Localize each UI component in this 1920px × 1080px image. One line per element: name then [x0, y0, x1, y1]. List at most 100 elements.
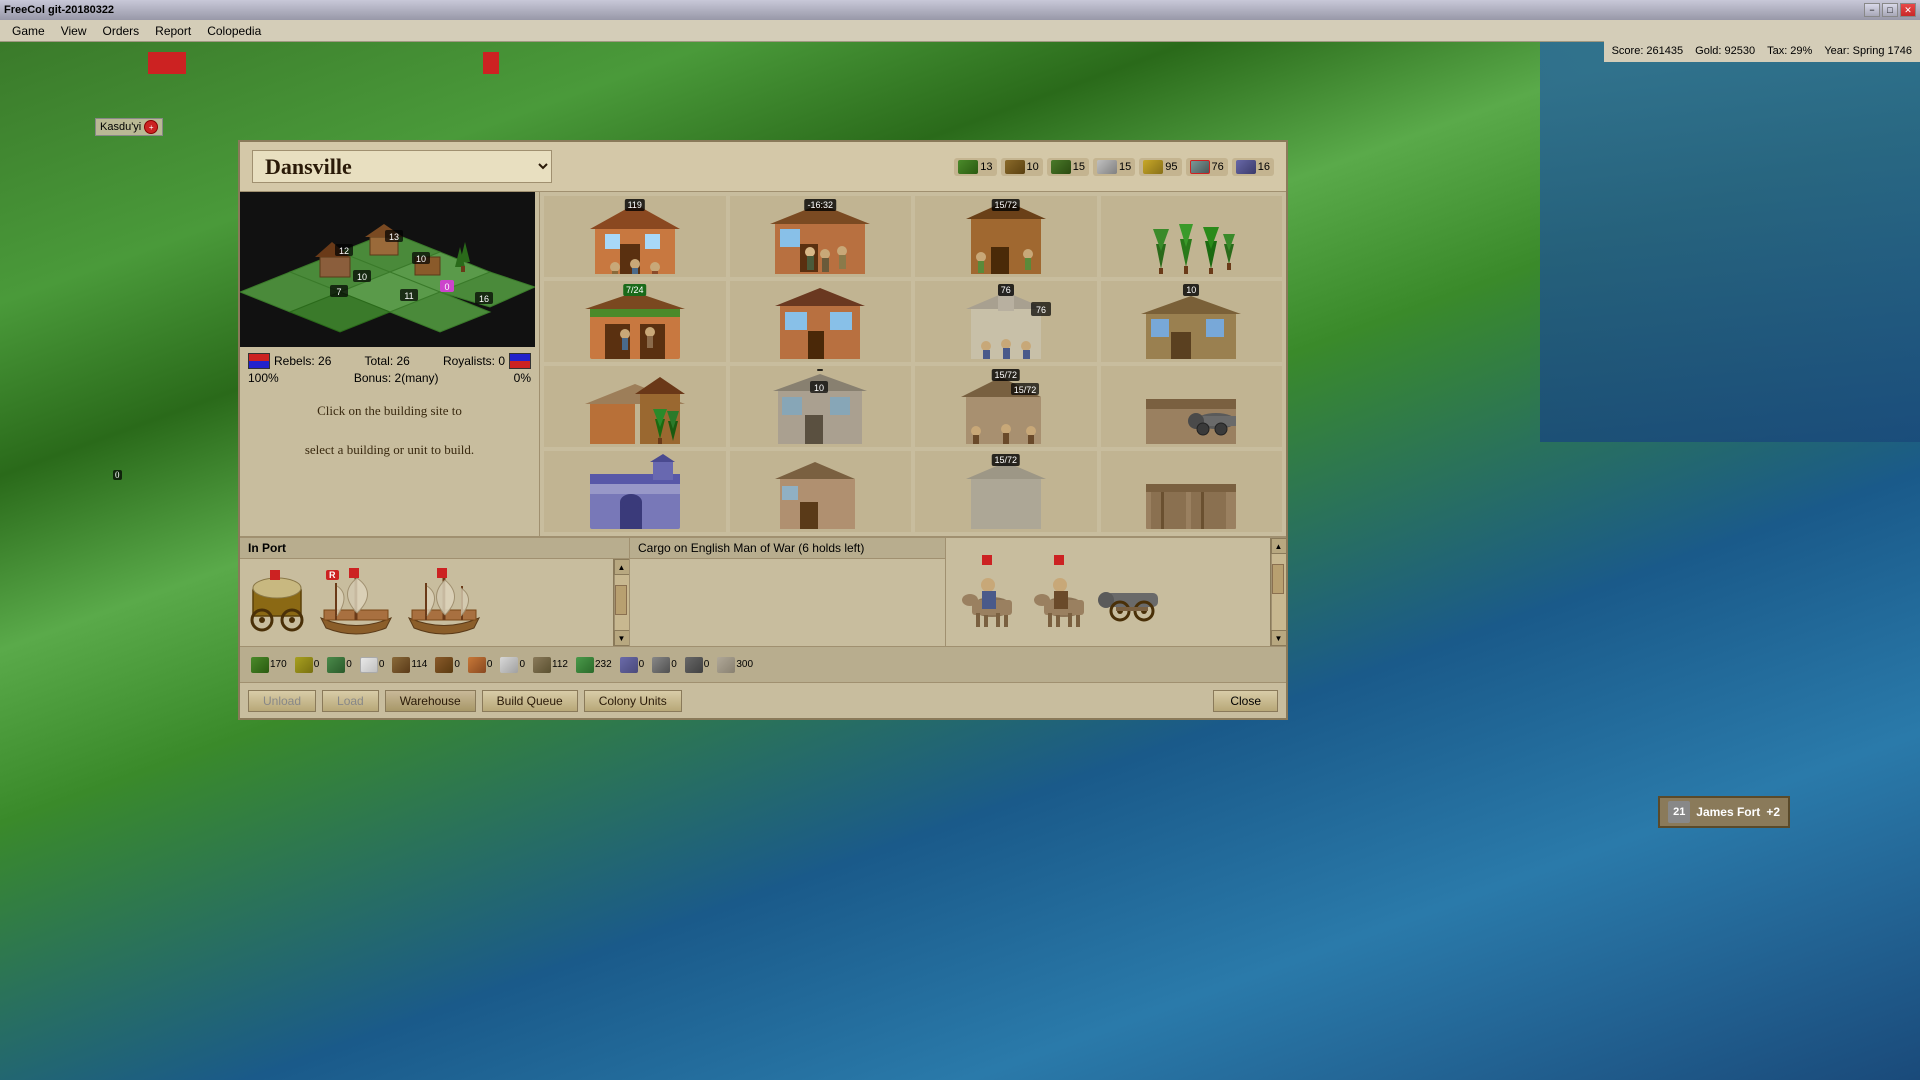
goods-bar: 170 0 0 0 114 0 0 0 — [240, 646, 1286, 682]
cavalry-unit-1[interactable] — [954, 555, 1022, 630]
cloth-val: 0 — [639, 659, 645, 670]
maximize-button[interactable]: □ — [1882, 3, 1898, 17]
gold-text: Gold: 92530 — [1695, 45, 1755, 57]
building-dock[interactable] — [544, 451, 726, 532]
good-horse: 112 — [530, 655, 571, 675]
ship-1[interactable]: R — [316, 568, 396, 638]
guns-icon — [685, 657, 703, 673]
cav2-flag — [1054, 555, 1064, 565]
building-watermill[interactable]: 15/72 15/72 — [915, 366, 1097, 447]
building-badge-stable: 7/24 — [623, 284, 647, 296]
svg-text:16: 16 — [479, 294, 489, 304]
hint-line1: Click on the building site to — [317, 403, 462, 418]
building-stable[interactable]: 7/24 — [544, 281, 726, 362]
royalists-label: Royalists: 0 — [443, 354, 505, 368]
fort-number: 21 — [1668, 801, 1690, 823]
svg-text:0: 0 — [444, 282, 449, 292]
minimize-button[interactable]: − — [1864, 3, 1880, 17]
warehouse-button[interactable]: Warehouse — [385, 690, 476, 712]
cu-scroll-down[interactable]: ▼ — [1271, 630, 1287, 646]
wagon-unit[interactable] — [248, 570, 308, 635]
rebel-flag — [248, 353, 270, 369]
svg-text:13: 13 — [389, 232, 399, 242]
building-farm[interactable] — [544, 366, 726, 447]
cross-value: 15 — [1119, 161, 1131, 173]
good-ore: 0 — [465, 655, 496, 675]
building-badge-armory — [817, 369, 823, 371]
colony-name-dropdown[interactable]: Dansville — [252, 150, 552, 183]
rebels-label: Rebels: 26 — [274, 354, 331, 368]
good-unknown: 300 — [714, 655, 756, 675]
grain-val: 0 — [314, 659, 320, 670]
building-lumber-mill[interactable]: 15/72 — [915, 196, 1097, 277]
good-grain: 0 — [292, 655, 323, 675]
menu-view[interactable]: View — [53, 22, 95, 40]
fort-bonus: +2 — [1766, 805, 1780, 819]
building-carpenter[interactable] — [730, 281, 912, 362]
load-button[interactable]: Load — [322, 690, 379, 712]
scroll-down-btn[interactable]: ▼ — [614, 630, 630, 646]
cloth-icon — [620, 657, 638, 673]
score-bar: Score: 261435 Gold: 92530 Tax: 29% Year:… — [1604, 40, 1920, 62]
ship-2[interactable] — [404, 568, 484, 638]
unload-button[interactable]: Unload — [248, 690, 316, 712]
unknown-good-icon — [717, 657, 735, 673]
unit-flag-3 — [483, 52, 499, 74]
resource-bar: 13 10 15 15 95 76 — [954, 158, 1274, 176]
close-window-button[interactable]: ✕ — [1900, 3, 1916, 17]
cavalry-unit-2[interactable] — [1026, 555, 1094, 630]
building-trade-post[interactable] — [1101, 366, 1283, 447]
dialog-header: Dansville 13 10 15 15 95 — [240, 142, 1286, 192]
scroll-thumb[interactable] — [615, 585, 627, 615]
dialog-body: 12 13 10 7 10 11 0 16 — [240, 192, 1286, 536]
building-badge-watermill2: 15/72 — [991, 454, 1020, 466]
lumber-value: 15 — [1073, 161, 1085, 173]
colony-map[interactable]: 12 13 10 7 10 11 0 16 — [240, 192, 535, 347]
hammers-value: 10 — [1027, 161, 1039, 173]
rum-val: 232 — [595, 659, 612, 670]
in-port-scrollbar[interactable]: ▲ ▼ — [613, 559, 629, 646]
building-town-hall[interactable]: 119 — [544, 196, 726, 277]
building-church[interactable]: 76 76 — [915, 281, 1097, 362]
colony-label-kasduyi[interactable]: Kasdu'yi + — [95, 118, 163, 136]
svg-text:76: 76 — [1036, 305, 1046, 315]
cannon-unit[interactable] — [1098, 555, 1166, 630]
resource-cross: 15 — [1093, 158, 1135, 176]
building-badge-lumber: 15/72 — [991, 199, 1020, 211]
menu-game[interactable]: Game — [4, 22, 53, 40]
menu-report[interactable]: Report — [147, 22, 199, 40]
building-mill2[interactable] — [730, 451, 912, 532]
close-button[interactable]: Close — [1213, 690, 1278, 712]
horse-icon — [533, 657, 551, 673]
good-food: 170 — [248, 655, 290, 675]
building-armory[interactable]: 10 — [730, 366, 912, 447]
cu-scroll-up[interactable]: ▲ — [1271, 538, 1287, 554]
tools-good-icon — [652, 657, 670, 673]
cu-scroll-thumb[interactable] — [1272, 564, 1284, 594]
menu-orders[interactable]: Orders — [94, 22, 147, 40]
window-controls[interactable]: − □ ✕ — [1864, 3, 1916, 17]
bell-value: 95 — [1165, 161, 1177, 173]
svg-text:10: 10 — [416, 254, 426, 264]
resource-edu: 16 — [1232, 158, 1274, 176]
colony-stats: Rebels: 26 Total: 26 Royalists: 0 100% B… — [240, 347, 539, 393]
building-warehouse-cell[interactable]: 10 — [1101, 281, 1283, 362]
build-queue-button[interactable]: Build Queue — [482, 690, 578, 712]
royalists-stat: Royalists: 0 — [443, 353, 531, 369]
good-tobacco: 0 — [324, 655, 355, 675]
colony-units-button[interactable]: Colony Units — [584, 690, 682, 712]
cargo-content[interactable] — [630, 559, 945, 646]
good-wood: 0 — [432, 655, 463, 675]
colony-units-scrollbar[interactable]: ▲ ▼ — [1270, 538, 1286, 646]
building-empty2[interactable] — [1101, 451, 1283, 532]
scroll-up-btn[interactable]: ▲ — [614, 559, 630, 575]
colony-name-label: Kasdu'yi — [100, 121, 141, 133]
food-good-val: 170 — [270, 659, 287, 670]
menu-colopedia[interactable]: Colopedia — [199, 22, 269, 40]
building-fur-trader[interactable]: -16:32 — [730, 196, 912, 277]
building-empty1[interactable]: 15/72 — [915, 451, 1097, 532]
building-forest[interactable] — [1101, 196, 1283, 277]
ship1-flag — [349, 568, 359, 578]
tobacco-val: 0 — [346, 659, 352, 670]
unit-flag-2 — [170, 52, 186, 74]
